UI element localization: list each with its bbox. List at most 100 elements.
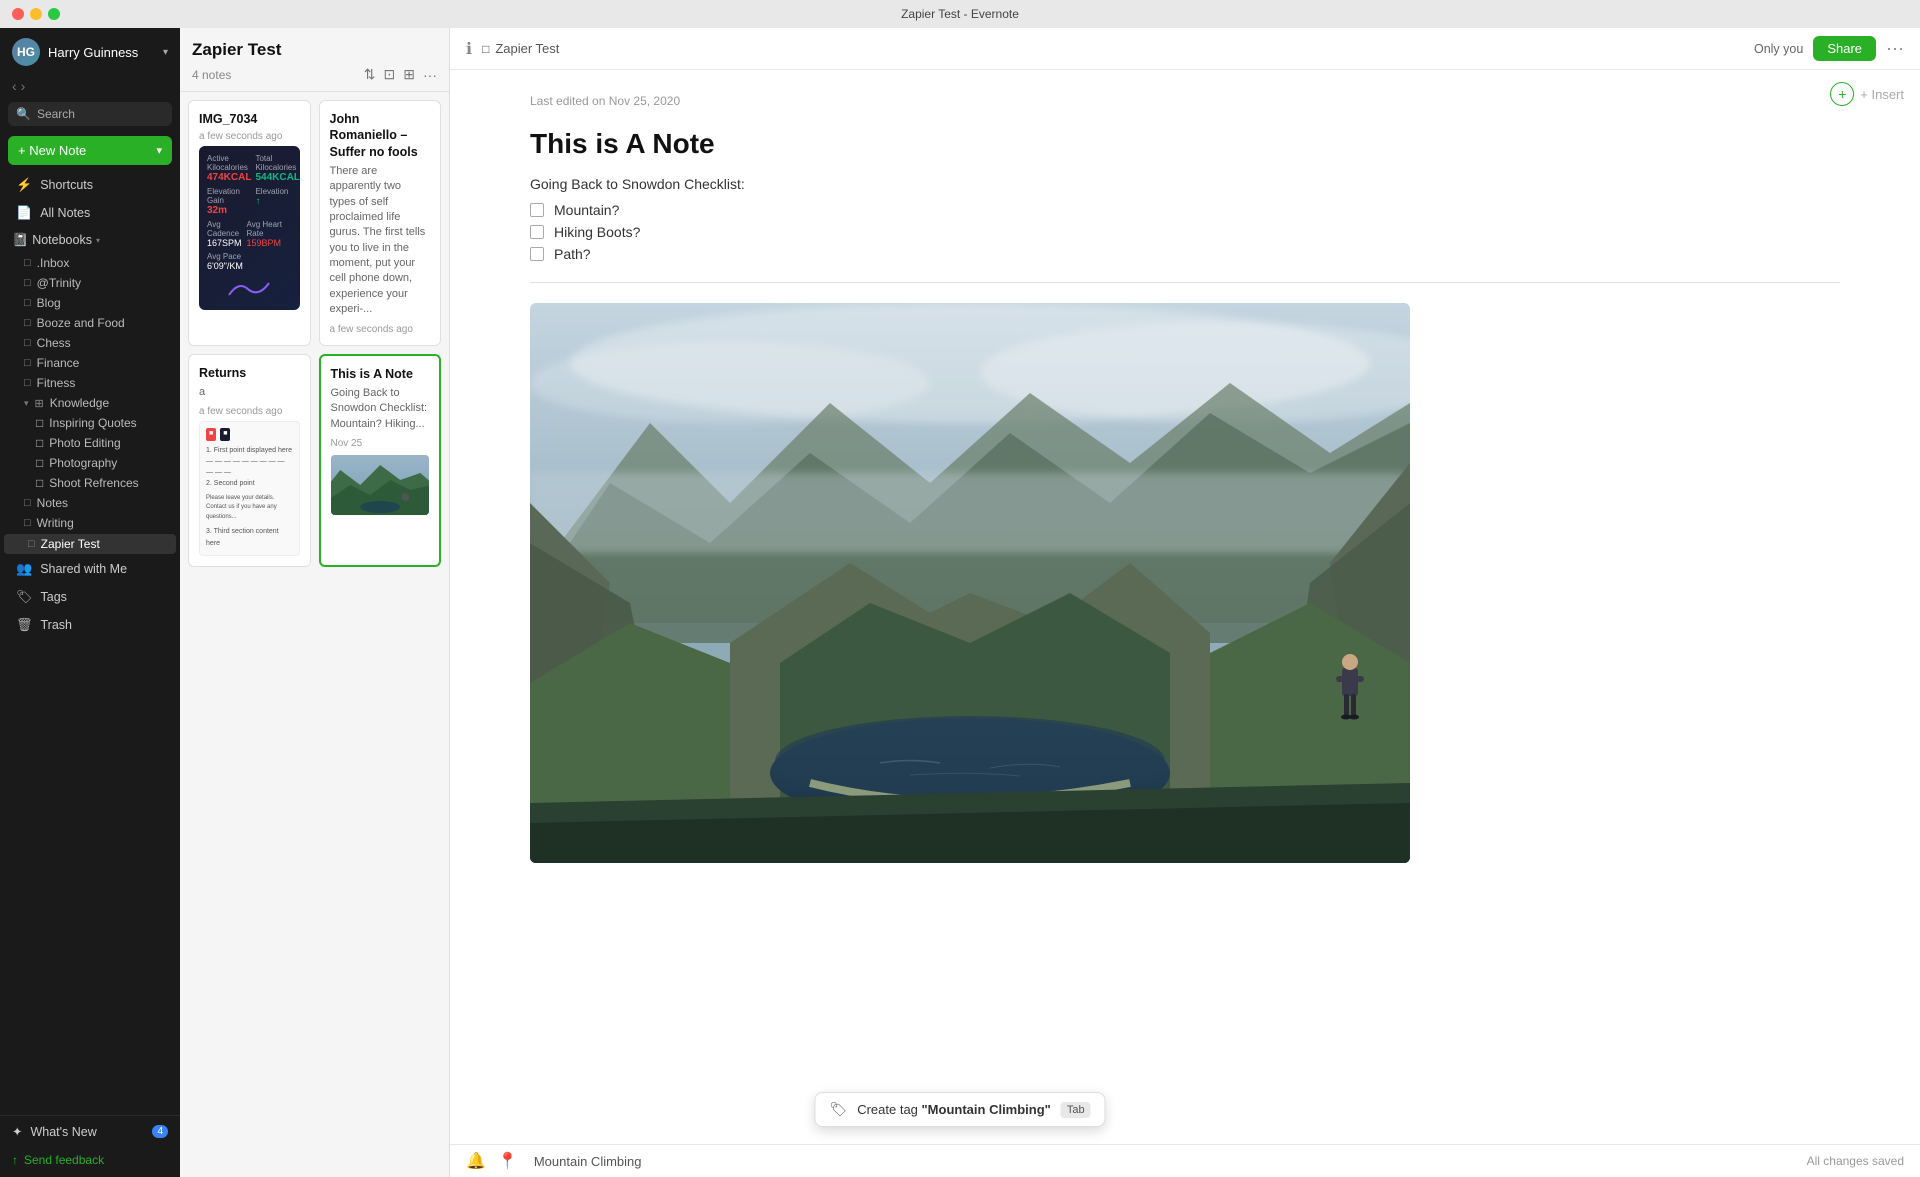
sort-icon[interactable]: ⇅ [364, 66, 376, 83]
sidebar-nb-photo-editing[interactable]: □ Photo Editing [0, 433, 180, 453]
note-thumbnail [331, 455, 430, 515]
notes-panel: Zapier Test 4 notes ⇅ ⊡ ⊞ ··· IMG_7034 a… [180, 28, 450, 1177]
toolbar-right: Only you Share ··· [1754, 36, 1904, 61]
note-card-returns[interactable]: Returns a a few seconds ago ■ ■ 1. First… [188, 354, 311, 567]
grid-icon[interactable]: ⊞ [403, 66, 415, 83]
notebook-icon: □ [24, 257, 31, 269]
tag-input[interactable] [528, 1152, 1797, 1171]
new-note-chevron-icon: ▾ [156, 144, 162, 157]
note-card-this-is-a-note[interactable]: This is A Note Going Back to Snowdon Che… [319, 354, 442, 567]
sidebar-item-notebooks[interactable]: 📓 Notebooks ▾ [4, 228, 176, 252]
tag-name: "Mountain Climbing" [922, 1102, 1051, 1117]
checklist-item-boots[interactable]: Hiking Boots? [530, 224, 1840, 240]
forward-icon[interactable]: › [21, 78, 26, 94]
checklist-label: Going Back to Snowdon Checklist: [530, 176, 1840, 192]
sidebar-nb-knowledge[interactable]: ▾ ⊞ Knowledge [0, 393, 180, 413]
sidebar-nb-photography[interactable]: □ Photography [0, 453, 180, 473]
nav-arrows: ‹ › [0, 76, 180, 102]
location-icon[interactable]: 📍 [498, 1151, 518, 1171]
back-icon[interactable]: ‹ [12, 78, 17, 94]
all-notes-label: All Notes [40, 206, 90, 220]
tag-icon: 🏷 [829, 1101, 847, 1118]
sidebar-nb-fitness[interactable]: □ Fitness [0, 373, 180, 393]
sidebar-item-tags[interactable]: 🏷 Tags [4, 584, 176, 610]
bottom-icons: 🔔 📍 [466, 1151, 518, 1171]
sidebar-item-trash[interactable]: 🗑 Trash [4, 612, 176, 638]
sidebar-nb-zapier[interactable]: □ Zapier Test [4, 534, 176, 554]
nb-writing-label: Writing [37, 516, 74, 530]
search-box[interactable]: 🔍 Search [8, 102, 172, 126]
notebooks-label: Notebooks [32, 233, 92, 247]
last-edited: Last edited on Nov 25, 2020 [530, 94, 1840, 108]
avatar: HG [12, 38, 40, 66]
nb-blog-label: Blog [37, 296, 61, 310]
sidebar-nb-booze[interactable]: □ Booze and Food [0, 313, 180, 333]
window-controls [12, 8, 60, 20]
notebook-icon: □ [36, 436, 43, 450]
nb-photography-label: Photography [49, 456, 117, 470]
whats-new-item[interactable]: ✦ What's New 4 [0, 1116, 180, 1147]
shared-icon: 👥 [16, 561, 32, 577]
checkbox-mountain[interactable] [530, 203, 544, 217]
app-container: HG Harry Guinness ▾ ‹ › 🔍 Search + New N… [0, 28, 1920, 1177]
more-notes-icon[interactable]: ··· [423, 67, 437, 83]
info-icon[interactable]: ℹ [466, 39, 472, 59]
nb-fitness-label: Fitness [37, 376, 76, 390]
sidebar-nb-notes[interactable]: □ Notes [0, 493, 180, 513]
sidebar-nb-writing[interactable]: □ Writing [0, 513, 180, 533]
sidebar-item-all-notes[interactable]: 📄 All Notes [4, 200, 176, 226]
whats-new-badge: 4 [152, 1125, 168, 1138]
send-feedback-item[interactable]: ↑ Send feedback [0, 1147, 180, 1177]
note-divider [530, 282, 1840, 283]
checklist-item-path[interactable]: Path? [530, 246, 1840, 262]
sidebar-nb-inbox[interactable]: □ .Inbox [0, 253, 180, 273]
insert-plus-icon[interactable]: + [1830, 82, 1854, 106]
notebook-icon: □ [24, 277, 31, 289]
sidebar-item-shared[interactable]: 👥 Shared with Me [4, 556, 176, 582]
checkbox-boots[interactable] [530, 225, 544, 239]
sidebar-item-shortcuts[interactable]: ⚡ Shortcuts [4, 172, 176, 198]
note-card-time: a few seconds ago [199, 131, 300, 142]
note-card-preview: There are apparently two types of self p… [330, 164, 431, 318]
knowledge-expand-icon: ▾ [24, 398, 29, 409]
maximize-button[interactable] [48, 8, 60, 20]
checklist-text-path: Path? [554, 246, 591, 262]
sidebar-nb-shoot[interactable]: □ Shoot Refrences [0, 473, 180, 493]
checklist-item-mountain[interactable]: Mountain? [530, 202, 1840, 218]
note-card-img7034[interactable]: IMG_7034 a few seconds ago Active Kiloca… [188, 100, 311, 346]
sidebar-nb-blog[interactable]: □ Blog [0, 293, 180, 313]
close-button[interactable] [12, 8, 24, 20]
insert-label[interactable]: + Insert [1860, 87, 1904, 102]
note-title[interactable]: This is A Note [530, 128, 1840, 160]
notebooks-icon: 📓 [12, 232, 28, 248]
trash-label: Trash [41, 618, 73, 632]
checkbox-path[interactable] [530, 247, 544, 261]
tag-shortcut-label: Tab [1061, 1102, 1091, 1118]
share-button[interactable]: Share [1813, 36, 1876, 61]
sidebar-nb-finance[interactable]: □ Finance [0, 353, 180, 373]
notebooks-expand-icon: ▾ [96, 236, 100, 245]
note-card-time: Nov 25 [331, 438, 430, 449]
nb-photo-editing-label: Photo Editing [49, 436, 120, 450]
filter-icon[interactable]: ⊡ [384, 66, 396, 83]
new-note-label: + New Note [18, 143, 86, 158]
bell-icon[interactable]: 🔔 [466, 1151, 486, 1171]
more-options-icon[interactable]: ··· [1886, 38, 1904, 59]
note-card-title: Returns [199, 365, 300, 381]
sidebar-nb-chess[interactable]: □ Chess [0, 333, 180, 353]
search-label: Search [37, 107, 75, 121]
all-notes-icon: 📄 [16, 205, 32, 221]
sidebar-nb-inspiring[interactable]: □ Inspiring Quotes [0, 413, 180, 433]
sidebar-nb-trinity[interactable]: □ @Trinity [0, 273, 180, 293]
note-editor[interactable]: + + Insert Last edited on Nov 25, 2020 T… [450, 70, 1920, 1144]
new-note-button[interactable]: + New Note ▾ [8, 136, 172, 165]
tag-suggestion-tooltip[interactable]: 🏷 Create tag "Mountain Climbing" Tab [814, 1092, 1105, 1127]
all-changes-saved: All changes saved [1807, 1154, 1904, 1168]
notebook-icon: □ [24, 317, 31, 329]
notes-actions: ⇅ ⊡ ⊞ ··· [364, 66, 437, 83]
notebook-icon: □ [24, 297, 31, 309]
note-card-john[interactable]: John Romaniello – Suffer no fools There … [319, 100, 442, 346]
notebook-icon: □ [24, 377, 31, 389]
minimize-button[interactable] [30, 8, 42, 20]
user-profile[interactable]: HG Harry Guinness ▾ [0, 28, 180, 76]
